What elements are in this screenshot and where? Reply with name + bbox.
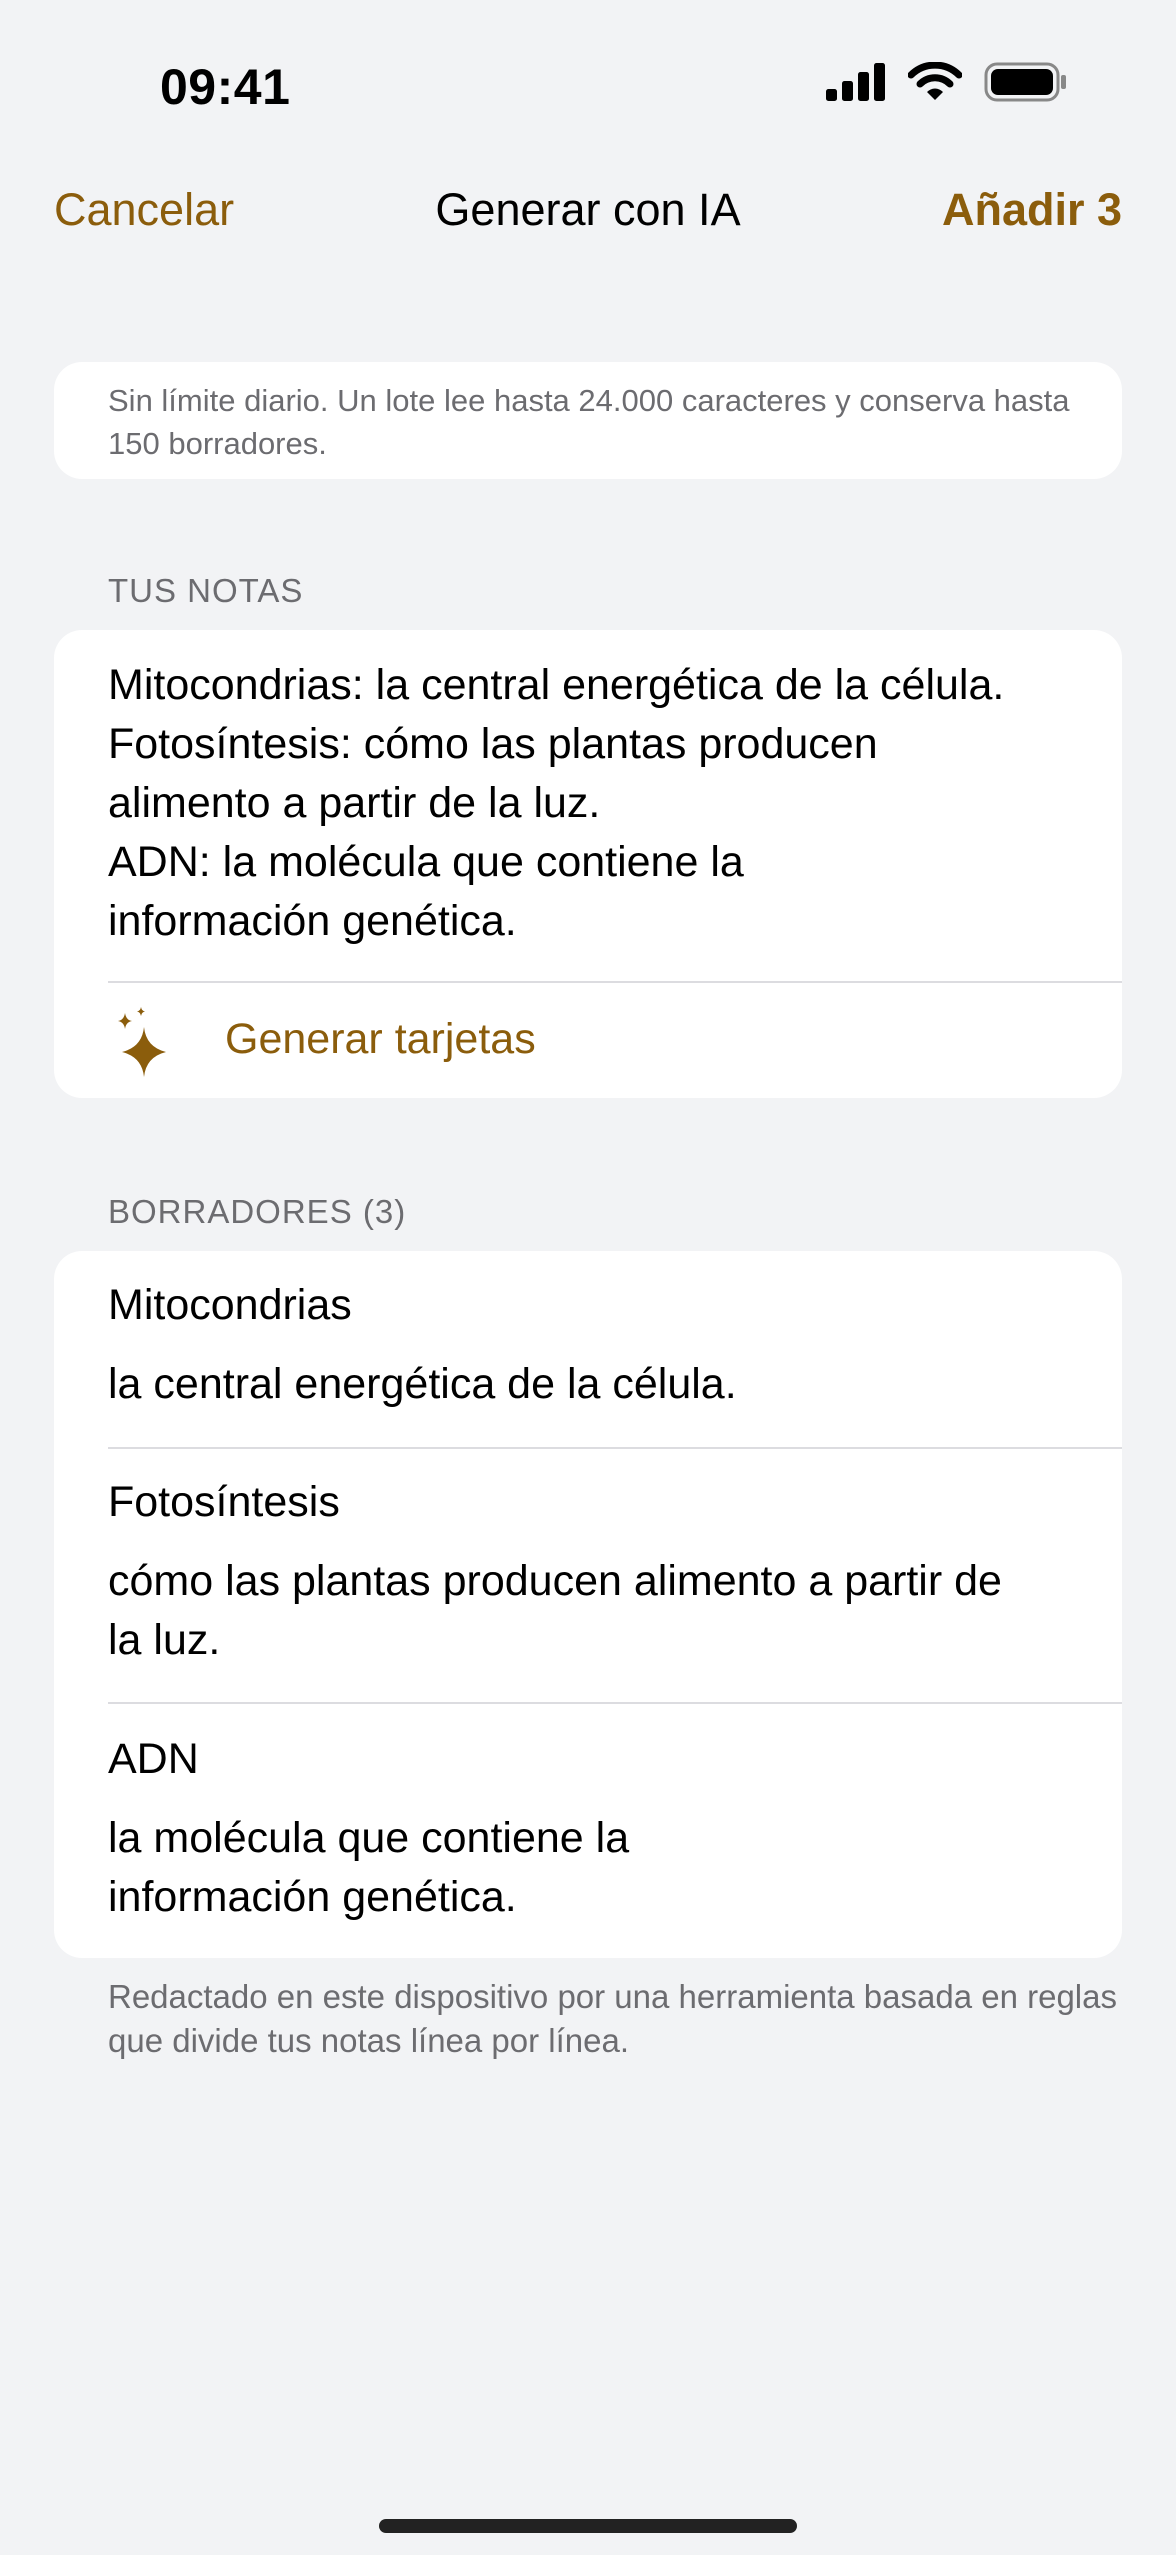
divider: [108, 1702, 1122, 1704]
draft-title: ADN: [108, 1735, 199, 1783]
wifi-icon: [908, 62, 962, 100]
status-bar: 09:41: [0, 0, 1176, 170]
drafts-card: Mitocondrias la central energética de la…: [54, 1251, 1122, 1958]
cellular-signal-icon: [826, 63, 885, 101]
draft-body: la molécula que contiene la información …: [108, 1814, 630, 1921]
draft-title: Mitocondrias: [108, 1281, 352, 1329]
notes-card: Mitocondrias: la central energética de l…: [54, 630, 1122, 1098]
notes-section-header: TUS NOTAS: [108, 572, 304, 609]
home-indicator[interactable]: [379, 2519, 797, 2533]
info-text: Sin límite diario. Un lote lee hasta 24.…: [108, 383, 1070, 461]
status-time: 09:41: [160, 59, 291, 115]
draft-title: Fotosíntesis: [108, 1478, 340, 1526]
navigation-bar: Cancelar Generar con IA Añadir 3: [0, 170, 1176, 250]
notes-text-area[interactable]: Mitocondrias: la central energética de l…: [108, 656, 1108, 951]
draft-body: cómo las plantas producen alimento a par…: [108, 1557, 1002, 1664]
generate-cards-button[interactable]: Generar tarjetas: [54, 983, 1122, 1098]
drafts-section-header: BORRADORES (3): [108, 1193, 407, 1230]
footer-note: Redactado en este dispositivo por una he…: [108, 1978, 1117, 2059]
sparkles-icon: [118, 1007, 166, 1077]
divider: [108, 1447, 1122, 1449]
info-card: Sin límite diario. Un lote lee hasta 24.…: [54, 362, 1122, 479]
generate-cards-label: Generar tarjetas: [225, 1015, 536, 1063]
battery-icon: [984, 62, 1066, 102]
status-icons: [826, 62, 1068, 102]
draft-body: la central energética de la célula.: [108, 1360, 737, 1408]
add-button[interactable]: Añadir 3: [942, 184, 1122, 236]
